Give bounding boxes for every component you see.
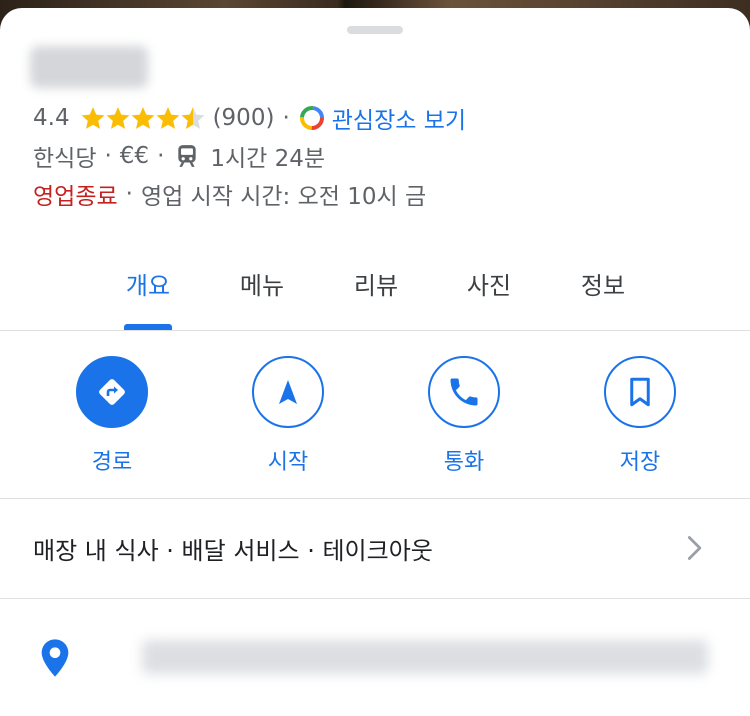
sheet-drag-handle[interactable]: [347, 26, 403, 34]
star-icon: [156, 107, 179, 129]
location-pin-icon: [41, 639, 69, 677]
separator-dot: ·: [157, 143, 165, 169]
directions-button[interactable]: 경로: [57, 356, 167, 476]
opening-hours: 영업 시작 시간: 오전 10시 금: [140, 184, 427, 210]
address-row[interactable]: [0, 600, 750, 716]
star-icon: [131, 107, 154, 129]
rating-value: 4.4: [33, 105, 70, 131]
bookmark-icon: [604, 356, 676, 428]
open-status: 영업종료: [33, 184, 118, 210]
separator-dot: ·: [282, 105, 290, 131]
chevron-right-icon: [687, 536, 702, 560]
price-level: €€: [119, 143, 150, 169]
divider: [0, 330, 750, 331]
rating-stars: [80, 105, 205, 131]
rating-row: 4.4 (900) · 관심장소 보기: [33, 100, 466, 136]
directions-label: 경로: [91, 450, 133, 475]
category-row: 한식당 · €€ · 1시간 24분: [33, 138, 325, 174]
call-label: 통화: [443, 450, 485, 475]
place-tabs: 개요 메뉴 리뷰 사진 정보: [0, 248, 750, 332]
navigation-arrow-icon: [252, 356, 324, 428]
divider: [0, 598, 750, 599]
service-options-row[interactable]: 매장 내 식사 · 배달 서비스 · 테이크아웃: [0, 500, 750, 596]
separator-dot: ·: [104, 143, 112, 169]
start-navigation-button[interactable]: 시작: [233, 356, 343, 476]
hours-row[interactable]: 영업종료 · 영업 시작 시간: 오전 10시 금: [33, 176, 426, 212]
star-icon: [106, 107, 129, 129]
tab-about[interactable]: 정보: [558, 266, 648, 301]
tab-reviews[interactable]: 리뷰: [331, 266, 421, 301]
transit-time: 1시간 24분: [210, 146, 326, 172]
directions-icon: [76, 356, 148, 428]
explore-places-link[interactable]: 관심장소 보기: [332, 101, 466, 135]
start-label: 시작: [267, 450, 309, 475]
save-button[interactable]: 저장: [585, 356, 695, 476]
phone-icon: [428, 356, 500, 428]
transit-icon: [178, 145, 197, 167]
place-bottom-sheet: 4.4 (900) · 관심장소 보기 한식당 · €€ · 1시간 24분 영…: [0, 8, 750, 716]
divider: [0, 498, 750, 499]
place-category: 한식당: [33, 146, 97, 172]
tab-overview[interactable]: 개요: [103, 266, 193, 301]
service-options-text: 매장 내 식사 · 배달 서비스 · 테이크아웃: [33, 536, 433, 565]
separator-dot: ·: [125, 181, 133, 207]
save-label: 저장: [619, 450, 661, 475]
review-count[interactable]: (900): [213, 105, 275, 131]
star-icon: [81, 107, 104, 129]
tab-menu[interactable]: 메뉴: [217, 266, 307, 301]
place-name-blurred: [30, 46, 148, 88]
half-star-icon: [181, 107, 204, 129]
call-button[interactable]: 통화: [409, 356, 519, 476]
address-text-blurred: [142, 640, 708, 674]
google-explore-icon[interactable]: [298, 104, 326, 132]
tab-photos[interactable]: 사진: [444, 266, 534, 301]
